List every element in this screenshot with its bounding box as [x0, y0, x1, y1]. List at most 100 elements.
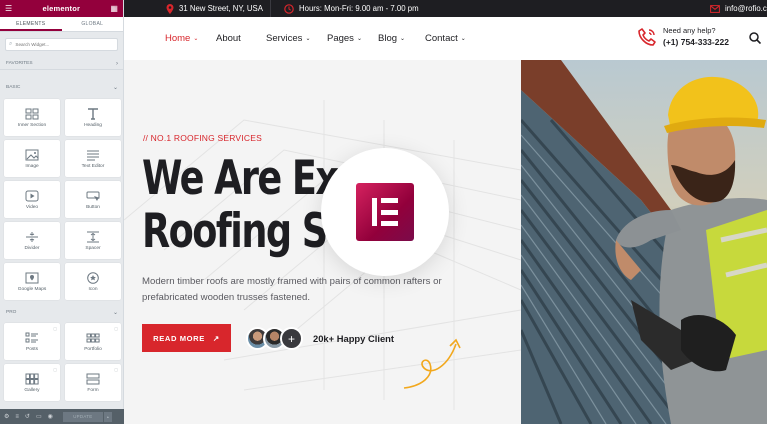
- nav-contact[interactable]: Contact ⌄: [425, 33, 466, 44]
- widget-button[interactable]: Button: [65, 181, 121, 218]
- help-contact[interactable]: Need any help? (+1) 754-333-222: [637, 26, 729, 47]
- hours-text: Hours: Mon-Fri: 9.00 am - 7.00 pm: [299, 4, 419, 13]
- envelope-icon: [710, 4, 720, 13]
- widget-search[interactable]: ⌕: [5, 38, 118, 51]
- address-info: 31 New Street, NY, USA: [166, 3, 263, 14]
- widget-posts[interactable]: ▢ Posts: [4, 323, 60, 360]
- happy-clients-text: 20k+ Happy Client: [313, 333, 395, 344]
- chevron-right-icon: ›: [116, 60, 118, 67]
- read-more-button[interactable]: READ MORE ↗: [142, 324, 231, 352]
- widget-text-editor[interactable]: Text Editor: [65, 140, 121, 177]
- nav-about-label: About: [216, 33, 241, 44]
- category-favorites[interactable]: FAVORITES ›: [0, 58, 124, 70]
- posts-icon: [25, 332, 38, 342]
- map-icon: [25, 272, 39, 283]
- tab-global[interactable]: GLOBAL: [62, 17, 124, 31]
- chevron-down-icon: ⌄: [112, 84, 118, 91]
- category-basic[interactable]: BASIC ⌄: [0, 81, 124, 93]
- button-icon: [86, 191, 100, 201]
- help-phone: (+1) 754-333-222: [663, 37, 729, 47]
- form-icon: [86, 373, 100, 384]
- widget-label: Image: [25, 163, 39, 169]
- phone-icon: [638, 27, 656, 46]
- widget-form[interactable]: ▢ Form: [65, 364, 121, 401]
- widget-divider[interactable]: Divider: [4, 222, 60, 259]
- settings-icon[interactable]: ⚙: [4, 413, 9, 420]
- divider-icon: [26, 231, 38, 242]
- top-info-bar: 31 New Street, NY, USA Hours: Mon-Fri: 9…: [124, 0, 767, 17]
- nav-home-label: Home: [165, 33, 191, 44]
- nav-pages-label: Pages: [327, 33, 354, 44]
- chevron-down-icon: ⌄: [193, 36, 199, 42]
- chevron-down-icon: ⌄: [356, 36, 362, 42]
- widget-label: Inner Section: [17, 122, 47, 128]
- widget-label: Posts: [26, 346, 38, 352]
- search-icon[interactable]: [749, 32, 761, 44]
- category-favorites-label: FAVORITES: [6, 61, 33, 66]
- elementor-logo: elementor: [42, 4, 81, 13]
- widget-spacer[interactable]: Spacer: [65, 222, 121, 259]
- client-avatars: +: [246, 327, 303, 350]
- hours-info: Hours: Mon-Fri: 9.00 am - 7.00 pm: [284, 3, 419, 14]
- nav-blog[interactable]: Blog ⌄: [378, 33, 405, 44]
- hero-description: Modern timber roofs are mostly framed wi…: [142, 276, 442, 303]
- divider: [270, 0, 271, 17]
- chevron-down-icon: ⌄: [112, 309, 118, 316]
- nav-pages[interactable]: Pages ⌄: [327, 33, 362, 44]
- widget-label: Portfolio: [84, 346, 102, 352]
- widget-gallery[interactable]: ▢ Gallery: [4, 364, 60, 401]
- navigator-icon[interactable]: ≡: [15, 414, 19, 420]
- tab-elements[interactable]: ELEMENTS: [0, 17, 62, 31]
- lock-icon: ▢: [114, 326, 118, 331]
- basic-widgets: Inner Section Heading Image Text Editor …: [4, 99, 122, 300]
- image-icon: [25, 149, 39, 160]
- nav-home[interactable]: Home ⌄: [165, 33, 198, 44]
- widget-icon[interactable]: Icon: [65, 263, 121, 300]
- email-info: info@rofio.c: [710, 4, 767, 13]
- category-pro[interactable]: PRO ⌄: [0, 306, 124, 318]
- category-basic-label: BASIC: [6, 84, 21, 90]
- heading-icon: [88, 107, 98, 120]
- portfolio-icon: [86, 333, 100, 342]
- widget-inner-section[interactable]: Inner Section: [4, 99, 60, 136]
- video-icon: [25, 190, 39, 201]
- widget-google-maps[interactable]: Google Maps: [4, 263, 60, 300]
- widget-label: Video: [25, 204, 39, 210]
- clock-icon: [284, 3, 294, 14]
- email-link[interactable]: info@rofio.c: [725, 4, 767, 13]
- widget-label: Spacer: [85, 245, 101, 251]
- preview-icon[interactable]: ◉: [48, 413, 53, 420]
- widget-label: Gallery: [24, 387, 40, 393]
- search-icon: ⌕: [9, 41, 13, 47]
- spacer-icon: [87, 231, 99, 242]
- widget-portfolio[interactable]: ▢ Portfolio: [65, 323, 121, 360]
- menu-icon[interactable]: ☰: [5, 4, 12, 13]
- logo-bar: [381, 198, 398, 203]
- widget-video[interactable]: Video: [4, 181, 60, 218]
- address-text: 31 New Street, NY, USA: [179, 4, 263, 13]
- history-icon[interactable]: ↺: [25, 413, 30, 420]
- location-pin-icon: [166, 3, 174, 14]
- help-text: Need any help? (+1) 754-333-222: [663, 26, 729, 47]
- logo-bar: [372, 198, 377, 226]
- inner-section-icon: [25, 108, 39, 119]
- nav-about[interactable]: About: [216, 33, 241, 44]
- panel-footer: ⚙ ≡ ↺ ▭ ◉ UPDATE ▴: [0, 409, 124, 424]
- nav-contact-label: Contact: [425, 33, 458, 44]
- widget-heading[interactable]: Heading: [65, 99, 121, 136]
- update-button[interactable]: UPDATE: [62, 411, 103, 422]
- logo-bar: [381, 221, 398, 226]
- widget-label: Divider: [24, 245, 40, 251]
- update-options-caret-icon[interactable]: ▴: [103, 411, 112, 422]
- widget-image[interactable]: Image: [4, 140, 60, 177]
- curly-arrow-icon: [403, 338, 461, 389]
- help-label: Need any help?: [663, 26, 716, 35]
- widget-search-input[interactable]: [15, 42, 106, 47]
- responsive-icon[interactable]: ▭: [36, 413, 42, 420]
- read-more-label: READ MORE: [153, 333, 205, 343]
- text-editor-icon: [87, 150, 99, 160]
- widget-label: Button: [86, 204, 100, 210]
- widgets-grid-icon[interactable]: ▦: [110, 4, 118, 13]
- nav-services[interactable]: Services ⌄: [266, 33, 310, 44]
- plus-icon: +: [280, 327, 303, 350]
